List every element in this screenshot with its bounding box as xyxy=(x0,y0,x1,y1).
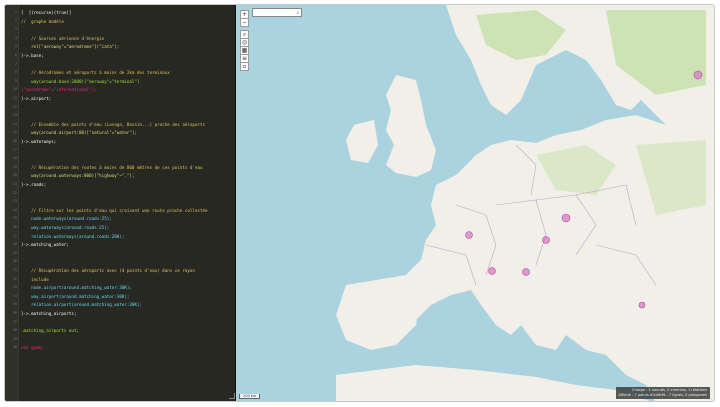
code-line[interactable]: // graphe modèle xyxy=(21,19,64,24)
line-number: 31 xyxy=(12,268,17,272)
code-line[interactable]: }->.waterways; xyxy=(21,139,56,144)
resize-handle[interactable] xyxy=(229,393,235,399)
line-number: 9 xyxy=(14,78,17,83)
code-line[interactable]: // Récupération des routes à moins de 80… xyxy=(21,165,202,170)
code-line[interactable]: way(around.waterways:800)["highway"~"."]… xyxy=(21,173,134,178)
line-number: 7 xyxy=(14,61,17,66)
line-number: 8 xyxy=(14,70,17,75)
line-number: 20 xyxy=(12,173,17,178)
line-number: 22 xyxy=(12,190,17,195)
line-number: 26 xyxy=(12,225,17,229)
code-line[interactable]: node.waterways(around.roads:25); xyxy=(21,216,112,221)
code-line[interactable]: way(around.base:2000)["aeroway"="termina… xyxy=(21,79,139,84)
code-line[interactable]: way.airport(around.matching_water:30K); xyxy=(21,294,129,299)
line-number: 34 xyxy=(12,293,17,298)
line-number: 40 xyxy=(12,345,17,350)
code-line[interactable]: // Récupération des aéroports avec (4 po… xyxy=(21,268,195,273)
line-number: 38 xyxy=(12,328,17,333)
line-number: 10 xyxy=(12,87,17,92)
result-status: Charge : 1 noeuds, 0 chemins, 1 relation… xyxy=(615,387,710,399)
line-number: 19 xyxy=(12,164,17,169)
query-editor[interactable]: 1[ ](recurse)(true)] 2// graphe modèle 3 4 … xyxy=(5,5,236,401)
code-line[interactable]: }->.matching_water; xyxy=(21,242,69,247)
line-number: 15 xyxy=(12,130,17,135)
code-line[interactable]: // Aérodromes et aéroports à moins de 2k… xyxy=(21,70,170,75)
line-number: 28 xyxy=(12,242,17,247)
code-line[interactable]: relation.waterways(around.roads:200); xyxy=(21,234,124,239)
line-number: 30 xyxy=(12,259,17,264)
map-canvas[interactable] xyxy=(236,5,714,401)
code-line[interactable]: include xyxy=(21,277,49,282)
line-number: 24 xyxy=(12,207,17,212)
line-number: 13 xyxy=(12,113,17,118)
line-number: 18 xyxy=(12,156,17,161)
map-search-input[interactable]: × xyxy=(252,8,302,17)
map-marker xyxy=(542,236,550,244)
land-great-britain xyxy=(386,75,436,177)
code-line[interactable]: out geom; xyxy=(21,345,44,350)
app-window: 1[ ](recurse)(true)] 2// graphe modèle 3 4 … xyxy=(4,4,715,402)
map-marker xyxy=(522,268,530,276)
fullscreen-icon[interactable]: ▫ xyxy=(240,62,249,71)
map-marker xyxy=(561,213,571,223)
line-number: 27 xyxy=(12,233,17,238)
line-number: 3 xyxy=(14,27,17,32)
code-line[interactable]: }->.base; xyxy=(21,53,44,58)
line-number: 25 xyxy=(12,216,17,221)
status-line-2: Affiché : 7 points d'intérêt - 7 lignes,… xyxy=(618,393,708,397)
land-north-africa xyxy=(336,365,650,401)
line-number: 35 xyxy=(12,302,17,307)
code-line[interactable]: .matching_airports out; xyxy=(21,328,79,333)
code-line[interactable]: }->.roads; xyxy=(21,182,46,187)
code-line[interactable]: way(around.airport:80)["natural"="water"… xyxy=(21,130,137,135)
line-number: 14 xyxy=(12,121,17,126)
zoom-out-button[interactable]: − xyxy=(240,18,249,27)
line-number: 21 xyxy=(12,182,17,186)
line-number: 4 xyxy=(14,35,17,40)
line-number: 36 xyxy=(12,311,17,315)
line-number: 2 xyxy=(14,18,17,23)
land-ireland xyxy=(346,120,378,163)
line-number: 23 xyxy=(12,199,17,204)
line-number: 32 xyxy=(12,276,17,281)
map-marker xyxy=(488,267,496,275)
line-number: 33 xyxy=(12,285,17,290)
map-marker xyxy=(465,231,473,239)
line-number: 12 xyxy=(12,104,17,109)
line-number: 16 xyxy=(12,139,17,143)
code-line[interactable]: ["aerodrome"="international"]; xyxy=(21,87,97,92)
code-line[interactable]: node.airport(around.matching_water:30K); xyxy=(21,285,132,290)
code-line[interactable]: rel["aeroway"="aerodrome"]("iata"); xyxy=(21,44,119,49)
code-line[interactable]: relation.airport(around.matching_water:3… xyxy=(21,302,142,307)
land-iberia xyxy=(336,275,421,350)
line-number: 29 xyxy=(12,250,17,255)
map-marker xyxy=(693,70,703,80)
line-number: 5 xyxy=(14,44,17,49)
code-line[interactable]: }->.airport; xyxy=(21,96,51,101)
map-scale: 200 km xyxy=(239,394,261,399)
line-number: 6 xyxy=(14,53,17,57)
code-line[interactable]: // Filtre sur les points d'eau qui crois… xyxy=(21,208,207,213)
code-line[interactable]: way.waterways(around.roads:25); xyxy=(21,225,109,230)
line-number: 39 xyxy=(12,336,17,341)
line-number: 37 xyxy=(12,319,17,324)
line-number: 17 xyxy=(12,147,17,152)
map-marker xyxy=(638,301,646,309)
map-view[interactable]: × + − ⌕ ◎ ▦ ≡ ▫ 200 km Charge : 1 noeuds… xyxy=(236,5,714,401)
code-line[interactable]: // Ensemble des points d'eau (Lavage, Ba… xyxy=(21,122,205,127)
code-line[interactable]: [ ](recurse)(true)] xyxy=(21,10,71,15)
code-line[interactable]: // Sources aérienne d'énergie xyxy=(21,36,104,41)
close-icon[interactable]: × xyxy=(297,9,299,16)
line-number: 1 xyxy=(14,10,17,14)
code-line[interactable]: }->.matching_airports; xyxy=(21,311,76,316)
line-number: 11 xyxy=(12,96,17,100)
